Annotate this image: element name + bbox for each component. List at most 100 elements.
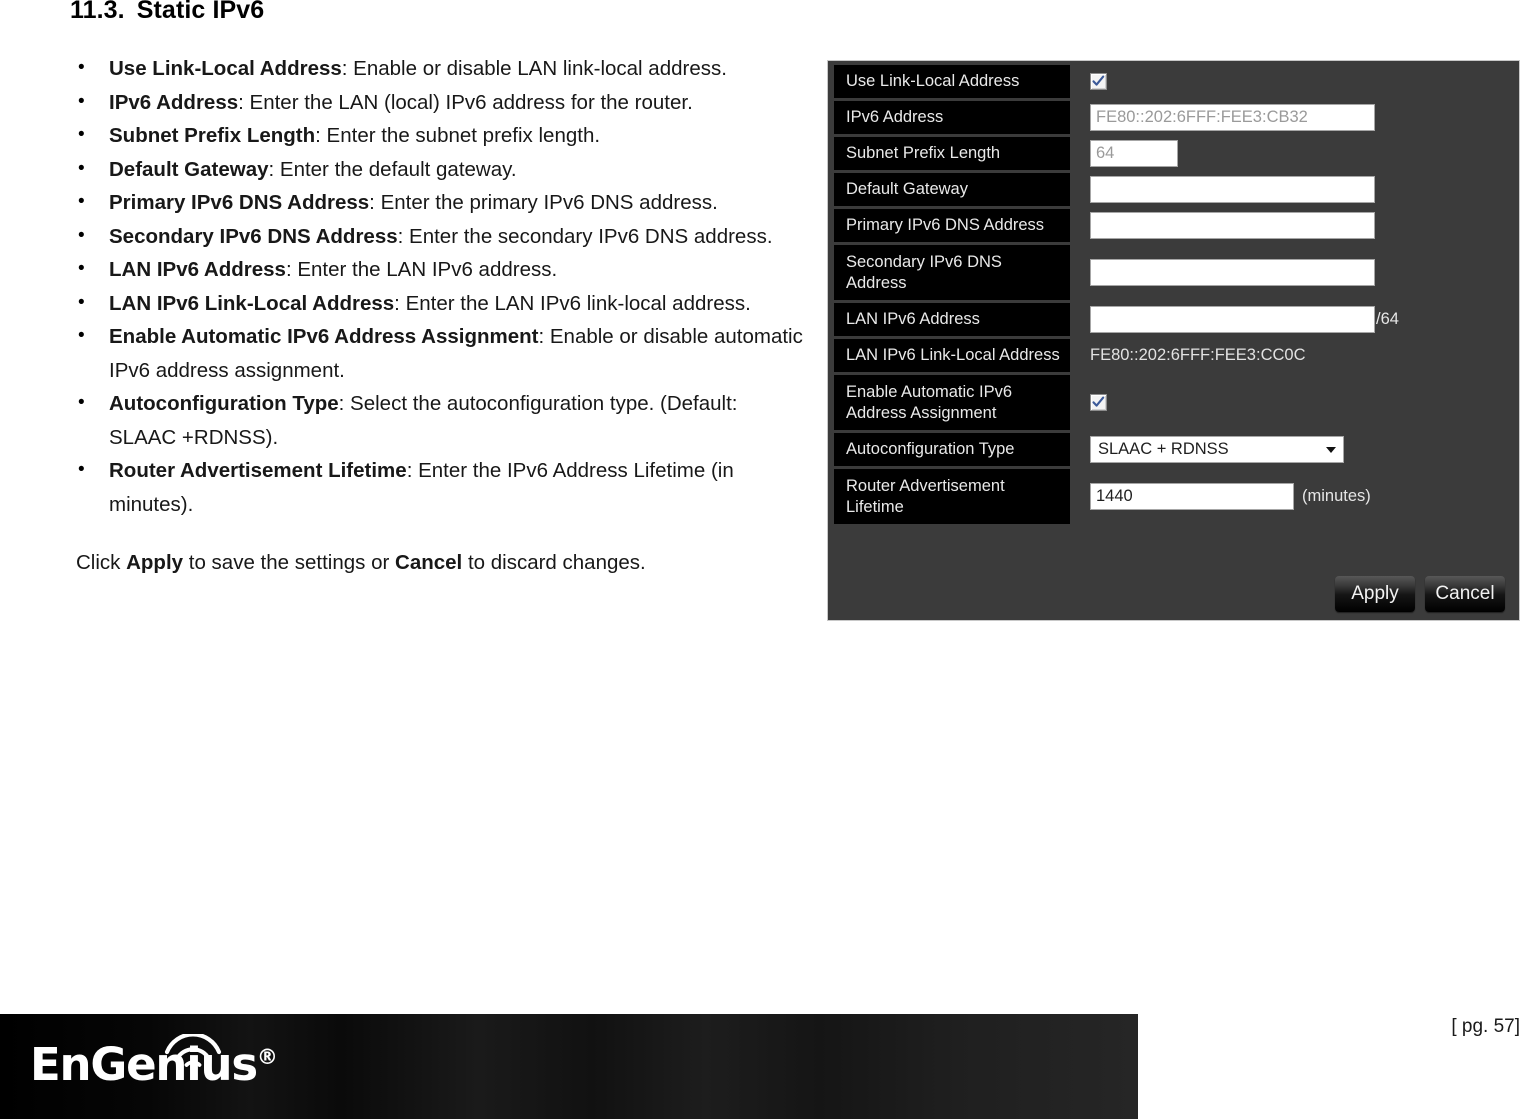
field-label-line1: Secondary IPv6 DNS xyxy=(846,253,1002,271)
field-label-line2: Lifetime xyxy=(846,498,904,516)
router-form: Use Link-Local Address IPv6 Address FE80::… xyxy=(834,65,1516,527)
bullet-description: : Enter the LAN IPv6 address. xyxy=(285,258,558,281)
bullet-term: LAN IPv6 Link-Local Address xyxy=(109,291,395,315)
brand-text: EnGenius xyxy=(30,1038,258,1091)
cancel-button[interactable]: Cancel xyxy=(1425,576,1505,612)
note-middle: to save the settings or xyxy=(183,551,396,574)
field-control: FE80::202:6FFF:FEE3:CC0C xyxy=(1070,339,1516,372)
field-label: Enable Automatic IPv6 Address Assignment xyxy=(834,375,1070,430)
text-input[interactable]: FE80::202:6FFF:FEE3:CB32 xyxy=(1090,104,1375,131)
footer-bar: EnGenius® xyxy=(0,1014,1138,1119)
field-control xyxy=(1070,173,1516,206)
text-input[interactable] xyxy=(1090,212,1375,239)
field-label-text: Use Link-Local Address xyxy=(846,72,1020,90)
field-label-text: Primary IPv6 DNS Address xyxy=(846,216,1045,234)
form-row: LAN IPv6 Link-Local Address FE80::202:6FF… xyxy=(834,339,1516,372)
field-label-text: Autoconfiguration Type xyxy=(846,440,1015,458)
field-control xyxy=(1070,65,1516,98)
field-control xyxy=(1070,209,1516,242)
field-control: FE80::202:6FFF:FEE3:CB32 xyxy=(1070,101,1516,134)
field-label: Default Gateway xyxy=(834,173,1070,206)
form-row: Enable Automatic IPv6 Address Assignment xyxy=(834,375,1516,430)
form-row: Autoconfiguration Type SLAAC + RDNSS xyxy=(834,433,1516,466)
bullet-term: Use Link-Local Address xyxy=(109,57,342,80)
form-row: Default Gateway xyxy=(834,173,1516,206)
text-input[interactable]: 64 xyxy=(1090,140,1178,167)
bullet-description: : Enter the LAN IPv6 link-local address. xyxy=(394,291,751,315)
feature-bullet-list: Use Link-Local Address: Enable or disabl… xyxy=(70,51,810,521)
engenius-logo: EnGenius® xyxy=(30,1042,278,1087)
field-label: LAN IPv6 Address xyxy=(834,303,1070,336)
note-apply-term: Apply xyxy=(126,551,184,574)
bullet-term: LAN IPv6 Address xyxy=(109,258,286,281)
field-suffix-label: /64 xyxy=(1376,310,1399,328)
field-label: Primary IPv6 DNS Address xyxy=(834,209,1070,242)
router-config-screenshot: Use Link-Local Address IPv6 Address FE80::… xyxy=(827,60,1520,621)
field-control xyxy=(1070,375,1516,430)
text-input[interactable] xyxy=(1090,259,1375,286)
field-control xyxy=(1070,245,1516,300)
bullet-description: : Enable or disable LAN link-local addre… xyxy=(341,57,727,80)
form-row: Use Link-Local Address xyxy=(834,65,1516,98)
field-label: Use Link-Local Address xyxy=(834,65,1070,98)
form-row: LAN IPv6 Address/64 xyxy=(834,303,1516,336)
feature-bullet-item: Autoconfiguration Type: Select the autoc… xyxy=(70,386,810,454)
heading-number: 11.3. xyxy=(70,0,125,24)
page-number: [ pg. 57] xyxy=(1451,1016,1520,1037)
feature-bullet-item: Default Gateway: Enter the default gatew… xyxy=(70,152,810,187)
text-input[interactable]: 1440 xyxy=(1090,483,1294,510)
bullet-description: : Enter the subnet prefix length. xyxy=(315,124,601,147)
form-row: Primary IPv6 DNS Address xyxy=(834,209,1516,242)
checkbox-input[interactable] xyxy=(1090,73,1107,90)
bullet-term: Router Advertisement Lifetime xyxy=(109,459,407,482)
feature-bullet-item: Secondary IPv6 DNS Address: Enter the se… xyxy=(70,219,810,254)
chevron-down-icon xyxy=(1326,446,1336,453)
field-label-line2: Address Assignment xyxy=(846,404,997,422)
dropdown-select[interactable]: SLAAC + RDNSS xyxy=(1090,436,1344,463)
bullet-term: Subnet Prefix Length xyxy=(109,124,316,147)
feature-bullet-item: IPv6 Address: Enter the LAN (local) IPv6… xyxy=(70,85,810,120)
field-label-text: LAN IPv6 Address xyxy=(846,310,980,328)
field-control: 1440 (minutes) xyxy=(1070,469,1516,524)
bullet-description: : Enter the primary IPv6 DNS address. xyxy=(369,191,718,214)
panel-button-group: Apply Cancel xyxy=(1335,576,1505,612)
feature-bullet-item: Enable Automatic IPv6 Address Assignment… xyxy=(70,319,810,387)
form-row: Subnet Prefix Length 64 xyxy=(834,137,1516,170)
checkmark-icon xyxy=(1092,396,1105,407)
form-row: Secondary IPv6 DNS Address xyxy=(834,245,1516,300)
bullet-description: : Enter the LAN (local) IPv6 address for… xyxy=(238,90,693,114)
text-input[interactable] xyxy=(1090,306,1375,333)
bullet-term: Primary IPv6 DNS Address xyxy=(109,191,370,214)
field-label-text: IPv6 Address xyxy=(846,108,944,126)
bullet-description: : Enter the default gateway. xyxy=(268,157,517,181)
field-label: Secondary IPv6 DNS Address xyxy=(834,245,1070,300)
document-body: Use Link-Local Address: Enable or disabl… xyxy=(70,51,810,580)
apply-button[interactable]: Apply xyxy=(1335,576,1415,612)
feature-bullet-item: Subnet Prefix Length: Enter the subnet p… xyxy=(70,118,810,153)
bullet-description: : Enter the secondary IPv6 DNS address. xyxy=(397,224,773,248)
bullet-term: Secondary IPv6 DNS Address xyxy=(109,224,398,248)
note-prefix: Click xyxy=(76,551,127,574)
field-label-line2: Address xyxy=(846,274,907,292)
field-label-line1: Router Advertisement xyxy=(846,477,1005,495)
feature-bullet-item: LAN IPv6 Address: Enter the LAN IPv6 add… xyxy=(70,252,810,287)
feature-bullet-item: Router Advertisement Lifetime: Enter the… xyxy=(70,453,810,521)
apply-cancel-note: Click Apply to save the settings or Canc… xyxy=(70,546,810,580)
field-label-text: Subnet Prefix Length xyxy=(846,144,1001,162)
bullet-term: Default Gateway xyxy=(109,157,269,181)
field-suffix-label: (minutes) xyxy=(1302,487,1371,505)
bullet-term: Enable Automatic IPv6 Address Assignment xyxy=(109,325,539,348)
registered-mark-icon: ® xyxy=(256,1045,278,1069)
page-title: 11.3. Static IPv6 xyxy=(70,0,264,25)
text-input[interactable] xyxy=(1090,176,1375,203)
feature-bullet-item: LAN IPv6 Link-Local Address: Enter the L… xyxy=(70,286,810,321)
checkbox-input[interactable] xyxy=(1090,394,1107,411)
field-label-text: LAN IPv6 Link-Local Address xyxy=(846,346,1060,364)
field-label: Autoconfiguration Type xyxy=(834,433,1070,466)
field-label-text: Default Gateway xyxy=(846,180,968,198)
readonly-value: FE80::202:6FFF:FEE3:CC0C xyxy=(1090,346,1306,364)
note-suffix: to discard changes. xyxy=(462,551,646,574)
note-cancel-term: Cancel xyxy=(395,551,463,574)
field-control: 64 xyxy=(1070,137,1516,170)
bullet-term: Autoconfiguration Type xyxy=(109,392,339,415)
